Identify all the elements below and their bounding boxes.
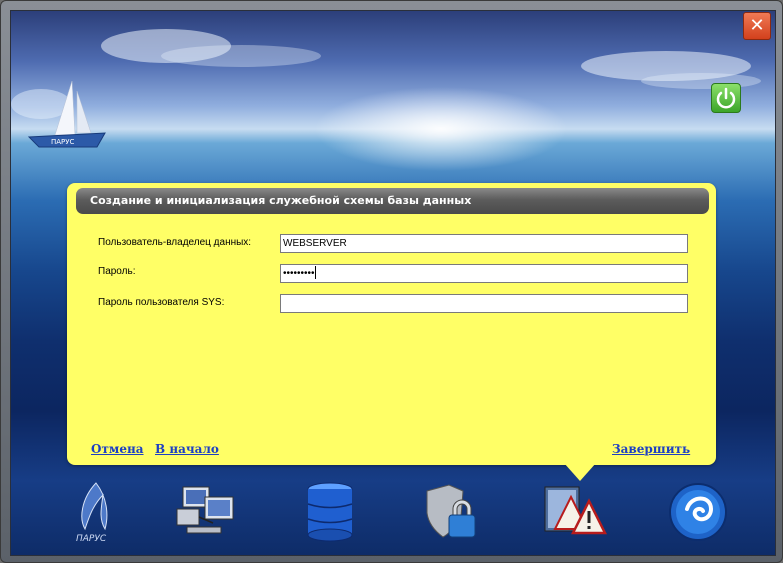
text-caret: [314, 266, 316, 279]
sailboat-logo-icon: ПАРУС: [27, 80, 106, 148]
sys-password-label: Пароль пользователя SYS:: [98, 297, 225, 308]
finish-link[interactable]: Завершить: [612, 442, 690, 456]
network-computers-icon[interactable]: [173, 479, 239, 545]
power-button[interactable]: [711, 83, 741, 113]
warning-window-icon[interactable]: [541, 479, 607, 545]
owner-input[interactable]: WEBSERVER: [280, 234, 688, 253]
shield-lock-icon[interactable]: [417, 479, 483, 545]
wizard-panel: [67, 183, 716, 465]
parus-logo-text: ПАРУС: [76, 534, 107, 544]
power-icon: [716, 87, 736, 109]
owner-label: Пользователь-владелец данных:: [98, 237, 252, 248]
close-button[interactable]: ✕: [743, 12, 771, 40]
panel-title: Создание и инициализация служебной схемы…: [76, 188, 709, 214]
boat-logo-text: ПАРУС: [51, 138, 75, 146]
installer-window: ПАРУС ✕ Создание и инициализация служебн…: [0, 0, 783, 563]
parus-logo-icon[interactable]: ПАРУС: [63, 479, 129, 545]
cancel-link[interactable]: Отмена: [91, 442, 144, 456]
close-icon: ✕: [749, 15, 765, 36]
sys-password-input[interactable]: [280, 294, 688, 313]
password-mask: •••••••••: [283, 268, 315, 279]
password-input[interactable]: •••••••••: [280, 264, 688, 283]
parus-globe-icon[interactable]: [665, 479, 731, 545]
password-label: Пароль:: [98, 266, 136, 277]
database-icon[interactable]: [297, 479, 363, 545]
home-link[interactable]: В начало: [155, 442, 219, 456]
